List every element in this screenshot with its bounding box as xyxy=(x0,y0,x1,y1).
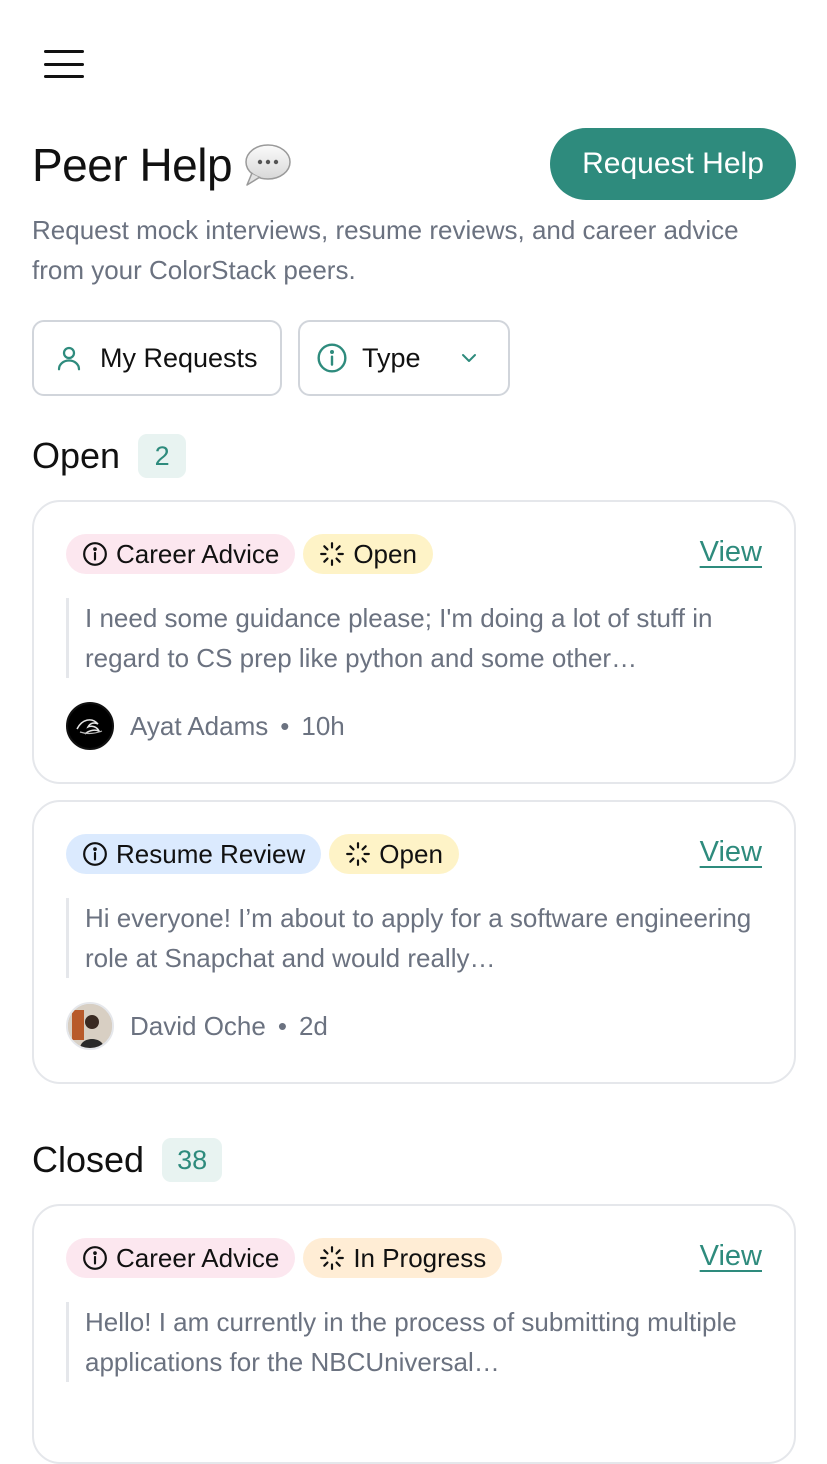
author-row: David Oche • 2d xyxy=(66,1002,328,1050)
loader-icon xyxy=(346,842,371,866)
page-subtitle: Request mock interviews, resume reviews,… xyxy=(32,215,739,285)
request-card[interactable]: Career Advice Open View I need some guid… xyxy=(32,500,796,784)
info-circle-icon xyxy=(317,343,347,373)
card-tags: Resume Review Open xyxy=(66,834,459,874)
type-tag: Career Advice xyxy=(66,1238,296,1278)
open-count-badge: 2 xyxy=(138,434,187,478)
user-icon xyxy=(57,346,81,371)
my-requests-label: My Requests xyxy=(100,342,258,373)
request-help-button[interactable]: Request Help xyxy=(550,128,796,200)
posted-time: 10h xyxy=(301,710,345,741)
open-section-title: Open xyxy=(32,435,121,476)
meta-separator: • xyxy=(277,1010,287,1041)
status-tag: Open xyxy=(303,534,433,574)
status-tag: In Progress xyxy=(303,1238,503,1278)
closed-section-header: Closed 38 xyxy=(32,1138,223,1182)
hamburger-menu-icon[interactable] xyxy=(44,50,84,78)
status-tag-label: Open xyxy=(379,838,443,869)
type-tag-label: Resume Review xyxy=(116,838,306,869)
card-tags: Career Advice Open xyxy=(66,534,433,574)
request-description: I need some guidance please; I'm doing a… xyxy=(66,598,766,678)
author-name: Ayat Adams xyxy=(130,710,269,741)
type-tag: Career Advice xyxy=(66,534,296,574)
speech-bubble-icon xyxy=(245,144,291,186)
avatar xyxy=(66,702,114,750)
posted-time: 2d xyxy=(298,1010,328,1041)
open-section-header: Open 2 xyxy=(32,434,187,478)
view-link[interactable]: View xyxy=(700,836,762,869)
type-filter-label: Type xyxy=(362,342,421,373)
my-requests-filter[interactable]: My Requests xyxy=(32,320,282,396)
status-tag-label: Open xyxy=(353,538,417,569)
request-card[interactable]: Career Advice In Progress View Hello! I … xyxy=(32,1204,796,1464)
type-filter-dropdown[interactable]: Type xyxy=(298,320,510,396)
info-circle-icon xyxy=(83,1246,107,1270)
closed-count-badge: 38 xyxy=(162,1138,223,1182)
request-card[interactable]: Resume Review Open View Hi everyone! I’m… xyxy=(32,800,796,1084)
closed-section-title: Closed xyxy=(32,1139,145,1180)
chevron-down-icon xyxy=(461,354,476,362)
card-tags: Career Advice In Progress xyxy=(66,1238,503,1278)
type-tag: Resume Review xyxy=(66,834,322,874)
view-link[interactable]: View xyxy=(700,1240,762,1273)
loader-icon xyxy=(320,542,345,566)
avatar xyxy=(66,1002,114,1050)
type-tag-label: Career Advice xyxy=(116,538,280,569)
loader-icon xyxy=(320,1246,345,1270)
author-row: Ayat Adams • 10h xyxy=(66,702,345,750)
meta-separator: • xyxy=(280,710,290,741)
status-tag: Open xyxy=(329,834,459,874)
view-link[interactable]: View xyxy=(700,536,762,569)
info-circle-icon xyxy=(83,842,107,866)
request-description: Hello! I am currently in the process of … xyxy=(66,1302,766,1382)
type-tag-label: Career Advice xyxy=(116,1242,280,1273)
page-title-text: Peer Help xyxy=(32,139,233,191)
page-title: Peer Help xyxy=(32,138,292,192)
author-name: David Oche xyxy=(130,1010,266,1041)
request-description: Hi everyone! I’m about to apply for a so… xyxy=(66,898,766,978)
status-tag-label: In Progress xyxy=(353,1242,487,1273)
info-circle-icon xyxy=(83,542,107,566)
